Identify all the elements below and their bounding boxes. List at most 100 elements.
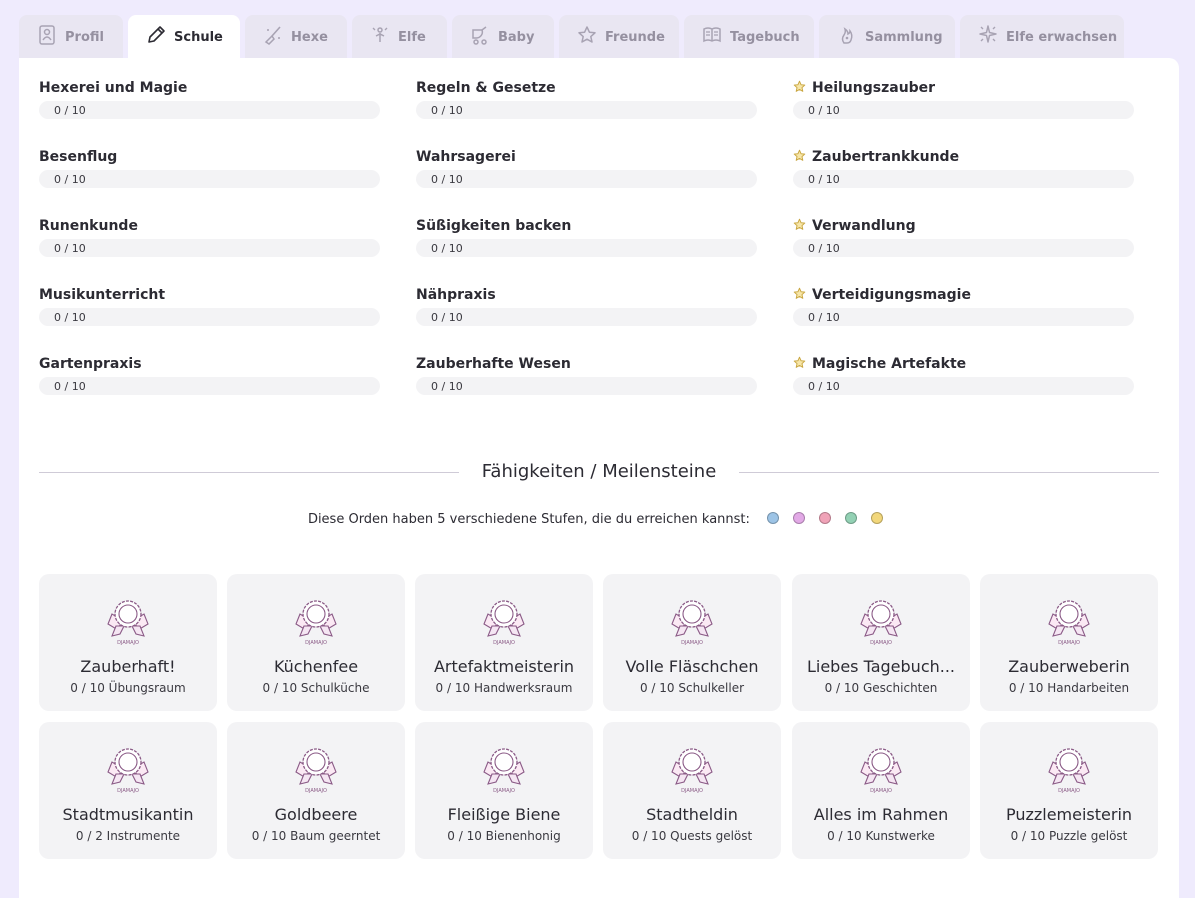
skill-progress-text: 0 / 10	[431, 311, 463, 324]
milestone-progress: 0 / 10 Schulkeller	[639, 681, 745, 695]
skill-name: Besenflug	[39, 149, 117, 165]
levels-info: Diese Orden haben 5 verschiedene Stufen,…	[19, 512, 1179, 527]
skill-name-text: Runenkunde	[39, 218, 138, 234]
tab-hexe[interactable]: Hexe	[245, 15, 347, 58]
milestone-title: Artefaktmeisterin	[433, 657, 575, 676]
tab-label: Tagebuch	[730, 30, 800, 45]
tab-freunde[interactable]: Freunde	[559, 15, 679, 58]
milestone-card[interactable]: DJAMAJO Liebes Tagebuch... 0 / 10 Geschich…	[792, 574, 970, 711]
skill-name-text: Hexerei und Magie	[39, 80, 188, 96]
milestone-progress: 0 / 10 Baum geerntet	[251, 829, 381, 843]
book-icon	[701, 24, 723, 46]
tab-profil[interactable]: Profil	[19, 15, 123, 58]
skill-progress-text: 0 / 10	[54, 173, 86, 186]
tab-label: Schule	[174, 30, 223, 45]
milestone-card[interactable]: DJAMAJO Puzzlemeisterin 0 / 10 Puzzle gelö…	[980, 722, 1158, 859]
milestone-card[interactable]: DJAMAJO Goldbeere 0 / 10 Baum geerntet	[227, 722, 405, 859]
milestone-title: Volle Fläschchen	[625, 657, 759, 676]
milestone-card[interactable]: DJAMAJO Zauberweberin 0 / 10 Handarbeiten	[980, 574, 1158, 711]
baby-carriage-icon	[469, 24, 491, 46]
skill-name: Heilungszauber	[793, 80, 935, 96]
badge-icon: DJAMAJO	[1047, 596, 1091, 646]
skill-progress-bar: 0 / 10	[793, 101, 1134, 119]
tab-schule[interactable]: Schule	[128, 15, 240, 58]
skill-progress-text: 0 / 10	[431, 104, 463, 117]
milestone-title: Stadtheldin	[646, 805, 738, 824]
svg-text:DJAMAJO: DJAMAJO	[1058, 788, 1080, 794]
milestone-card[interactable]: DJAMAJO Stadtheldin 0 / 10 Quests gelöst	[603, 722, 781, 859]
level-dot	[845, 512, 858, 524]
svg-text:DJAMAJO: DJAMAJO	[493, 640, 515, 646]
skill-name-text: Besenflug	[39, 149, 118, 165]
tab-label: Elfe erwachsen	[1006, 30, 1118, 45]
tab-sammlung[interactable]: Sammlung	[819, 15, 955, 58]
badge-icon: DJAMAJO	[106, 744, 150, 794]
milestone-card[interactable]: DJAMAJO Fleißige Biene 0 / 10 Bienenhonig	[415, 722, 593, 859]
skill-name-text: Verteidigungsmagie	[812, 287, 971, 303]
tab-elfe-erwachsen[interactable]: Elfe erwachsen	[960, 15, 1124, 58]
star-icon	[793, 149, 806, 162]
skill-name: Wahrsagerei	[416, 149, 516, 165]
badge-icon: DJAMAJO	[294, 596, 338, 646]
svg-text:DJAMAJO: DJAMAJO	[493, 788, 515, 794]
level-dot	[767, 512, 780, 524]
skill-name: Verteidigungsmagie	[793, 287, 971, 303]
milestone-title: Küchenfee	[273, 657, 359, 676]
svg-text:DJAMAJO: DJAMAJO	[681, 788, 703, 794]
badge-icon: DJAMAJO	[106, 596, 150, 646]
badge-icon: DJAMAJO	[294, 744, 338, 794]
milestone-title: Alles im Rahmen	[813, 805, 949, 824]
skill-progress-text: 0 / 10	[431, 173, 463, 186]
milestone-title: Fleißige Biene	[447, 805, 561, 824]
skill-progress-bar: 0 / 10	[793, 239, 1134, 257]
skill-progress-text: 0 / 10	[808, 242, 840, 255]
milestone-card[interactable]: DJAMAJO Küchenfee 0 / 10 Schulküche	[227, 574, 405, 711]
milestone-card[interactable]: DJAMAJO Zauberhaft! 0 / 10 Übungsraum	[39, 574, 217, 711]
star-icon	[576, 24, 598, 46]
skill-progress-bar: 0 / 10	[416, 308, 757, 326]
svg-text:DJAMAJO: DJAMAJO	[305, 640, 327, 646]
skill-name-text: Magische Artefakte	[812, 356, 967, 372]
badge-icon: DJAMAJO	[482, 596, 526, 646]
milestones-title: Fähigkeiten / Meilensteine	[459, 461, 739, 482]
milestone-progress: 0 / 10 Schulküche	[262, 681, 370, 695]
skill-name: Musikunterricht	[39, 287, 165, 303]
milestone-title: Zauberweberin	[1008, 657, 1130, 676]
star-icon	[793, 287, 806, 300]
milestone-title: Zauberhaft!	[80, 657, 176, 676]
milestone-progress: 0 / 10 Handwerksraum	[435, 681, 573, 695]
profile-icon	[36, 24, 58, 46]
milestone-card[interactable]: DJAMAJO Volle Fläschchen 0 / 10 Schulkelle…	[603, 574, 781, 711]
milestone-card[interactable]: DJAMAJO Stadtmusikantin 0 / 2 Instrumente	[39, 722, 217, 859]
skill-name-text: Zauberhafte Wesen	[416, 356, 571, 372]
badge-icon: DJAMAJO	[859, 744, 903, 794]
milestone-card[interactable]: DJAMAJO Alles im Rahmen 0 / 10 Kunstwerke	[792, 722, 970, 859]
star-icon	[793, 356, 806, 369]
badge-icon: DJAMAJO	[859, 596, 903, 646]
tab-baby[interactable]: Baby	[452, 15, 554, 58]
skill-progress-text: 0 / 10	[54, 380, 86, 393]
skill-progress-bar: 0 / 10	[39, 170, 380, 188]
badge-icon: DJAMAJO	[482, 744, 526, 794]
skill-progress-text: 0 / 10	[54, 242, 86, 255]
skill-name: Süßigkeiten backen	[416, 218, 571, 234]
skill-name-text: Wahrsagerei	[416, 149, 516, 165]
skill-progress-text: 0 / 10	[808, 380, 840, 393]
tab-tagebuch[interactable]: Tagebuch	[684, 15, 814, 58]
milestone-card[interactable]: DJAMAJO Artefaktmeisterin 0 / 10 Handwerks…	[415, 574, 593, 711]
skill-name: Nähpraxis	[416, 287, 496, 303]
skill-progress-text: 0 / 10	[431, 242, 463, 255]
svg-text:DJAMAJO: DJAMAJO	[117, 640, 139, 646]
star-icon	[793, 218, 806, 231]
level-dots	[760, 512, 890, 527]
tab-elfe[interactable]: Elfe	[352, 15, 447, 58]
skill-name-text: Heilungszauber	[812, 80, 936, 96]
milestone-progress: 0 / 10 Puzzle gelöst	[1010, 829, 1128, 843]
svg-text:DJAMAJO: DJAMAJO	[870, 788, 892, 794]
levels-text: Diese Orden haben 5 verschiedene Stufen,…	[307, 512, 750, 527]
skill-name-text: Verwandlung	[812, 218, 916, 234]
svg-text:DJAMAJO: DJAMAJO	[681, 640, 703, 646]
skill-progress-bar: 0 / 10	[39, 101, 380, 119]
skill-progress-bar: 0 / 10	[39, 377, 380, 395]
skill-name: Magische Artefakte	[793, 356, 966, 372]
